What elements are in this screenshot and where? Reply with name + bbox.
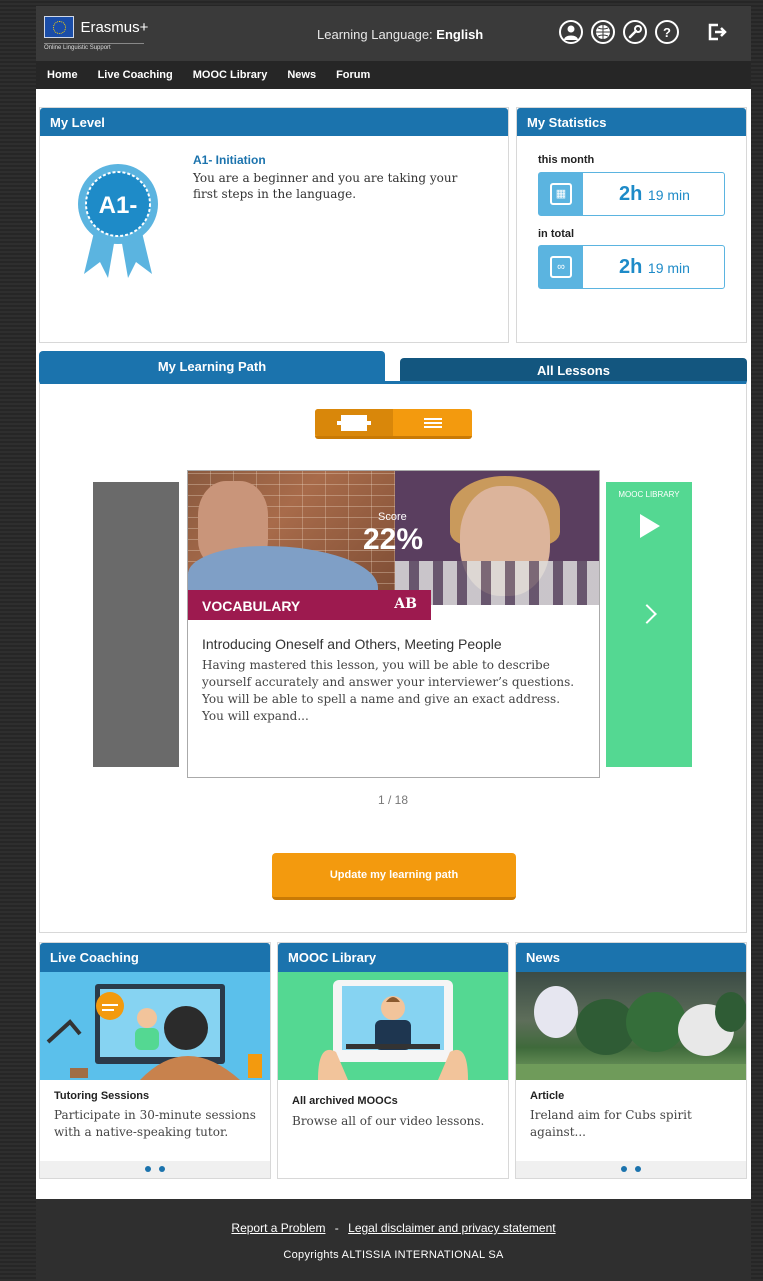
learning-language-label: Learning Language: <box>317 27 433 42</box>
nav-forum[interactable]: Forum <box>336 69 370 81</box>
cards-view-button[interactable] <box>315 409 393 436</box>
live-coaching-image <box>40 972 270 1080</box>
category-label: VOCABULARY <box>202 598 301 614</box>
dot-2[interactable] <box>159 1166 165 1172</box>
news-image <box>516 972 746 1080</box>
news-title: News <box>516 943 746 972</box>
live-coaching-title: Live Coaching <box>40 943 270 972</box>
my-statistics-title: My Statistics <box>517 108 746 136</box>
infinity-calendar-icon: ∞ <box>539 246 583 288</box>
update-learning-path-button[interactable]: Update my learning path <box>272 853 516 900</box>
nav-home[interactable]: Home <box>47 69 78 81</box>
score-label: Score <box>378 511 407 523</box>
dot-1[interactable] <box>145 1166 151 1172</box>
nav-news[interactable]: News <box>287 69 316 81</box>
footer-separator: - <box>334 1221 339 1235</box>
erasmus-logo[interactable]: Erasmus+ Online Linguistic Support <box>44 16 149 51</box>
chevron-right-icon[interactable] <box>637 604 657 624</box>
live-coaching-card[interactable]: Live Coaching Tutoring Sessions Particip… <box>39 942 271 1179</box>
in-total-label: in total <box>538 228 575 240</box>
view-toggle <box>315 409 472 439</box>
list-view-icon <box>423 421 442 424</box>
tab-all-lessons[interactable]: All Lessons <box>400 358 747 382</box>
news-card[interactable]: News Article Ireland aim for Cubs spirit… <box>515 942 747 1179</box>
play-icon <box>640 514 660 538</box>
mooc-library-image <box>278 972 508 1080</box>
nav-live-coaching[interactable]: Live Coaching <box>98 69 173 81</box>
lesson-description: Having mastered this lesson, you will be… <box>202 658 575 723</box>
learning-language-value: English <box>436 27 484 42</box>
globe-icon[interactable] <box>591 20 615 44</box>
header-icons: ? <box>559 20 729 44</box>
news-item-desc: Ireland aim for Cubs spirit against... <box>530 1108 692 1139</box>
calendar-icon: ▦ <box>539 173 583 215</box>
list-view-button[interactable] <box>393 409 472 436</box>
main-content: My Level A1- A1- Initiation You are a be… <box>36 89 751 1199</box>
mooc-item-desc: Browse all of our video lessons. <box>292 1114 485 1128</box>
in-total-stat: ∞ 2h 19 min <box>538 245 725 289</box>
news-dots <box>516 1161 746 1178</box>
lesson-image: Score 22% <box>188 471 599 605</box>
level-description: You are a beginner and you are taking yo… <box>193 171 458 201</box>
dot-1[interactable] <box>621 1166 627 1172</box>
app-frame: Erasmus+ Online Linguistic Support Learn… <box>36 6 751 1281</box>
tab-my-learning-path[interactable]: My Learning Path <box>39 351 385 381</box>
learning-path-area: Score 22% VOCABULARY AB Introducing Ones… <box>39 381 747 933</box>
news-item-title: Article <box>530 1090 565 1102</box>
user-icon[interactable] <box>559 20 583 44</box>
copyright: Copyrights ALTISSIA INTERNATIONAL SA <box>283 1249 504 1261</box>
this-month-value: 2h 19 min <box>619 183 690 205</box>
help-icon[interactable]: ? <box>655 20 679 44</box>
lesson-card[interactable]: Score 22% VOCABULARY AB Introducing Ones… <box>187 470 600 778</box>
next-card-mooc-library[interactable]: MOOC LIBRARY <box>606 482 692 767</box>
category-band: VOCABULARY AB <box>188 590 431 620</box>
my-statistics-panel: My Statistics this month ▦ 2h 19 min in … <box>516 107 747 343</box>
cards-view-icon <box>341 414 367 431</box>
main-nav: Home Live Coaching MOOC Library News For… <box>36 61 751 89</box>
lesson-title: Introducing Oneself and Others, Meeting … <box>202 636 502 652</box>
level-name: A1- Initiation <box>193 153 266 167</box>
footer-links: Report a Problem - Legal disclaimer and … <box>36 1221 751 1235</box>
mooc-library-card[interactable]: MOOC Library All archived MOOCs Browse a… <box>277 942 509 1179</box>
my-level-title: My Level <box>40 108 508 136</box>
dot-2[interactable] <box>635 1166 641 1172</box>
my-level-panel: My Level A1- A1- Initiation You are a be… <box>39 107 509 343</box>
logout-icon[interactable] <box>705 20 729 44</box>
top-bar: Erasmus+ Online Linguistic Support Learn… <box>36 6 751 61</box>
live-coaching-item-desc: Participate in 30-minute sessions with a… <box>54 1108 256 1139</box>
carousel-pager: 1 / 18 <box>377 793 409 807</box>
live-coaching-dots <box>40 1161 270 1178</box>
abc-icon: AB <box>394 596 417 612</box>
eu-flag-icon <box>44 16 74 38</box>
this-month-stat: ▦ 2h 19 min <box>538 172 725 216</box>
this-month-label: this month <box>538 154 595 166</box>
level-badge-icon: A1- <box>78 164 158 278</box>
footer: Report a Problem - Legal disclaimer and … <box>36 1199 751 1281</box>
level-badge-text: A1- <box>99 192 138 219</box>
mooc-library-title: MOOC Library <box>278 943 508 972</box>
live-coaching-item-title: Tutoring Sessions <box>54 1090 150 1102</box>
nav-mooc-library[interactable]: MOOC Library <box>193 69 268 81</box>
report-problem-link[interactable]: Report a Problem <box>231 1221 325 1235</box>
previous-card[interactable] <box>93 482 179 767</box>
learning-language[interactable]: Learning Language: English <box>317 27 483 42</box>
logo-text: Erasmus+ <box>80 18 149 36</box>
logo-subtitle: Online Linguistic Support <box>44 43 144 51</box>
legal-disclaimer-link[interactable]: Legal disclaimer and privacy statement <box>348 1221 555 1235</box>
in-total-value: 2h 19 min <box>619 256 690 278</box>
next-card-label: MOOC LIBRARY <box>618 490 680 499</box>
score-value: 22% <box>363 523 424 556</box>
mooc-item-title: All archived MOOCs <box>292 1095 398 1107</box>
wrench-icon[interactable] <box>623 20 647 44</box>
